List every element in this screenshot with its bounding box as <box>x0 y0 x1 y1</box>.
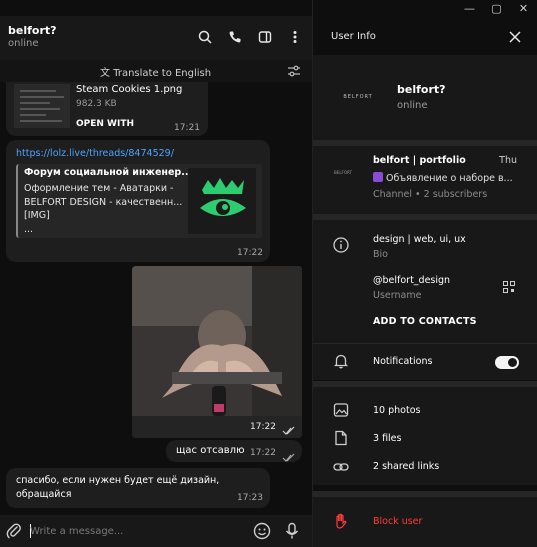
preview-line: Оформление тем - Аватарки - <box>24 183 174 194</box>
channel-card[interactable]: BELFORT belfort | portfolio Thu Объявлен… <box>313 146 537 214</box>
translate-icon: 文 <box>100 68 110 79</box>
file-message[interactable]: Steam Cookies 1.png 982.3 KB OPEN WITH 1… <box>6 82 208 136</box>
channel-name: belfort | portfolio <box>373 155 466 166</box>
preview-line: [IMG] <box>24 210 50 221</box>
info-icon <box>333 237 349 257</box>
toggle-knob <box>508 358 517 367</box>
divider <box>313 343 537 344</box>
profile-status: online <box>397 100 428 111</box>
file-name: Steam Cookies 1.png <box>76 84 183 95</box>
minimize-icon[interactable]: — <box>456 0 483 16</box>
open-with-button[interactable]: OPEN WITH <box>76 119 134 129</box>
user-info-panel: User Info BELFORT belfort? online BELFOR… <box>312 0 537 547</box>
message-time: 17:21 <box>174 123 200 133</box>
notifications-toggle[interactable] <box>495 356 519 369</box>
preview-title: Форум социальной инженер... <box>24 167 189 178</box>
chat-title[interactable]: belfort? <box>8 24 57 37</box>
channel-avatar: BELFORT <box>329 160 357 184</box>
message-time: 17:22 <box>250 448 276 458</box>
photo-icon <box>333 402 349 422</box>
search-icon[interactable] <box>196 28 214 46</box>
more-vertical-icon[interactable] <box>286 28 304 46</box>
profile-name: belfort? <box>397 83 446 96</box>
message-composer <box>0 515 312 547</box>
preview-image <box>188 168 256 234</box>
translate-bar[interactable]: 文 Translate to English <box>0 60 312 82</box>
bell-icon <box>333 353 349 373</box>
block-card[interactable]: Block user <box>313 497 537 547</box>
attach-icon[interactable] <box>6 522 22 544</box>
link-icon <box>333 459 349 479</box>
close-icon[interactable] <box>509 28 521 47</box>
window-controls: — ▢ ✕ <box>456 0 537 16</box>
file-thumbnail[interactable] <box>14 84 70 128</box>
message-input[interactable] <box>30 523 230 539</box>
incoming-message[interactable]: спасибо, если нужен будет ещё дизайн, об… <box>6 468 270 508</box>
profile-card: BELFORT belfort? online <box>313 55 537 140</box>
message-time: 17:22 <box>237 248 263 258</box>
channel-avatar-text: BELFORT <box>334 169 352 175</box>
link-message: https://lolz.live/threads/8474529/ Форум… <box>6 140 270 262</box>
photos-link[interactable]: 10 photos <box>373 405 420 416</box>
photo-message[interactable]: 17:22 <box>132 266 302 438</box>
translate-button[interactable]: 文 Translate to English <box>100 64 211 79</box>
photo-image[interactable] <box>132 266 302 438</box>
message-text: щас отсавлю <box>176 445 245 456</box>
phone-icon[interactable] <box>226 28 244 46</box>
emoji-icon[interactable] <box>253 522 271 544</box>
avatar-logo-text: BELFORT <box>343 94 373 100</box>
maximize-icon[interactable]: ▢ <box>483 0 510 16</box>
preview-description: Оформление тем - Аватарки - BELFORT DESI… <box>24 182 189 236</box>
translate-label: Translate to English <box>113 68 212 79</box>
hand-stop-icon <box>333 513 349 533</box>
shared-links-link[interactable]: 2 shared links <box>373 461 439 472</box>
chat-status: online <box>8 38 39 49</box>
preview-line: BELFORT DESIGN - качественн... <box>24 196 183 208</box>
username-value[interactable]: @belfort_design <box>373 275 450 286</box>
add-to-contacts-button[interactable]: ADD TO CONTACTS <box>373 316 477 327</box>
username-label: Username <box>373 290 422 301</box>
avatar[interactable]: BELFORT <box>331 77 385 117</box>
channel-subtitle: Channel • 2 subscribers <box>373 189 488 200</box>
message-text: спасибо, если нужен будет ещё дизайн, об… <box>16 475 220 500</box>
chat-pane: belfort? online 文 Translate to English S… <box>0 0 312 547</box>
media-icon <box>373 172 383 182</box>
outgoing-message[interactable]: щас отсавлю 17:22 <box>166 440 302 462</box>
preview-line: ... <box>24 223 34 235</box>
channel-last-message: Объявление о наборе в... <box>373 172 521 184</box>
header-actions <box>196 28 304 46</box>
read-checks-icon <box>282 421 296 438</box>
channel-day: Thu <box>499 155 517 166</box>
message-time: 17:22 <box>250 422 276 432</box>
message-time: 17:23 <box>237 493 263 503</box>
channel-last-message-text: Объявление о наборе в... <box>386 173 513 184</box>
qr-code-icon[interactable] <box>503 278 515 297</box>
chat-header: belfort? online <box>0 16 312 60</box>
file-icon <box>333 430 349 450</box>
link-preview[interactable]: Форум социальной инженер... Оформление т… <box>16 164 262 238</box>
bio-label: Bio <box>373 249 388 260</box>
bio-value[interactable]: design | web, ui, ux <box>373 234 466 245</box>
details-card: design | web, ui, ux Bio @belfort_design… <box>313 220 537 380</box>
notifications-label: Notifications <box>373 356 433 367</box>
translate-settings-icon[interactable] <box>286 63 302 83</box>
sidebar-toggle-icon[interactable] <box>256 28 274 46</box>
files-link[interactable]: 3 files <box>373 433 401 444</box>
panel-title: User Info <box>331 31 376 42</box>
block-user-button[interactable]: Block user <box>373 516 422 527</box>
message-link[interactable]: https://lolz.live/threads/8474529/ <box>16 148 174 159</box>
read-checks-icon <box>282 448 296 467</box>
file-size: 982.3 KB <box>76 99 117 109</box>
microphone-icon[interactable] <box>285 522 299 544</box>
close-window-icon[interactable]: ✕ <box>510 0 537 16</box>
shared-media-card: 10 photos 3 files 2 shared links <box>313 387 537 485</box>
